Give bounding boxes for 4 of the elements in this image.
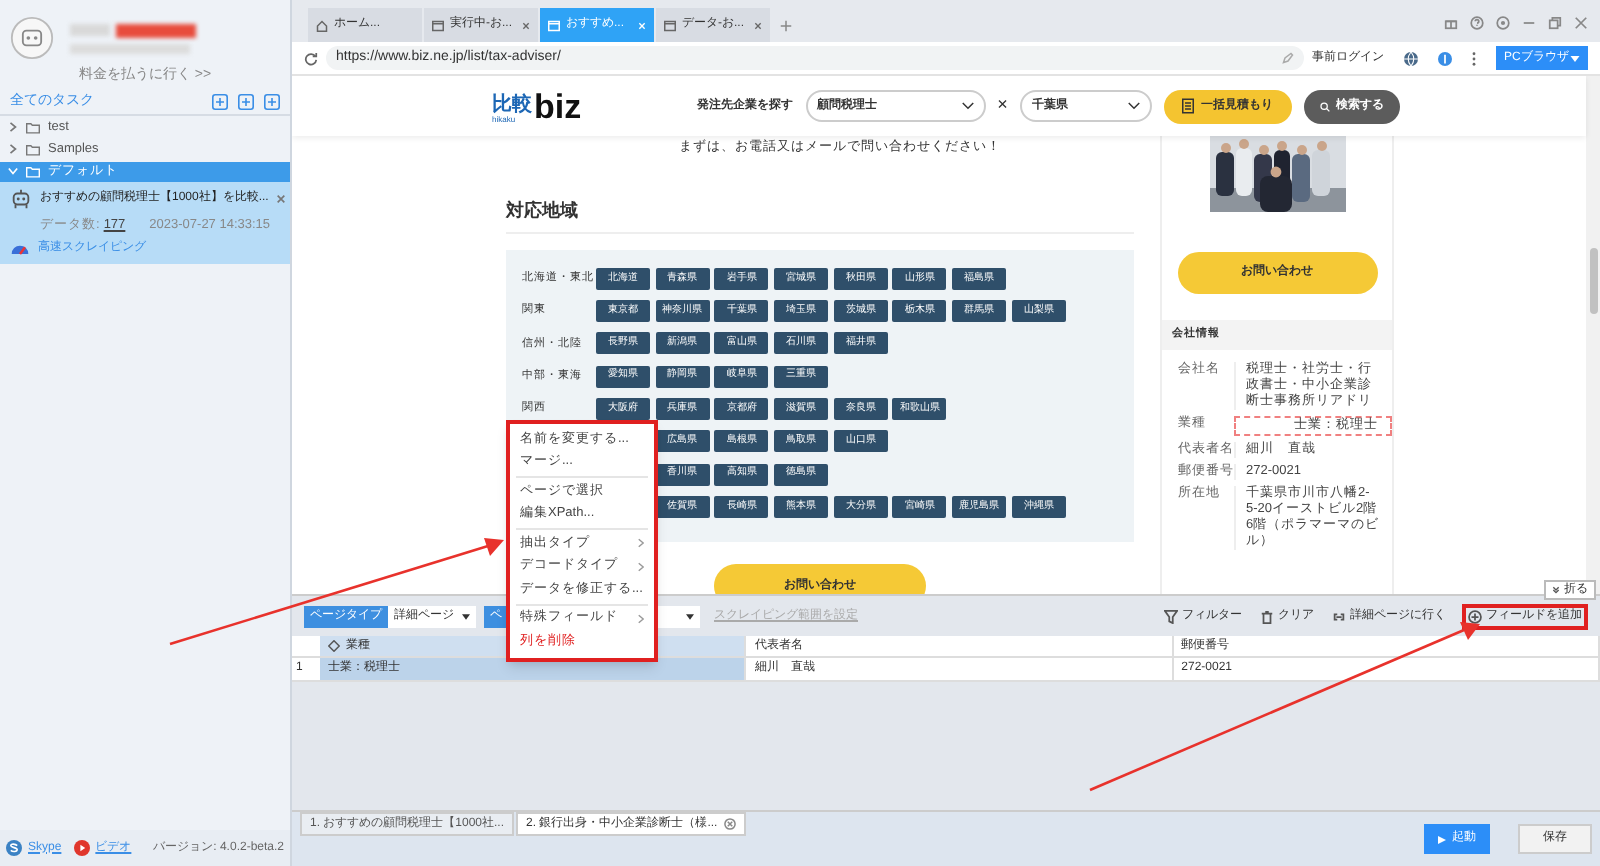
logo-text: biz	[534, 89, 582, 123]
logo-text: 比較	[492, 95, 532, 115]
times-sign: ×	[997, 92, 1008, 119]
section-heading: 対応地域	[506, 197, 580, 224]
